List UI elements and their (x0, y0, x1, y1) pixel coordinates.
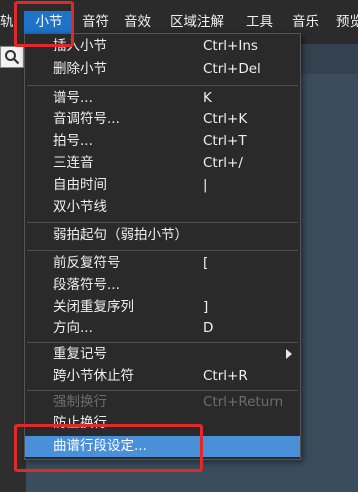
menu-separator (27, 85, 298, 86)
menu-item-multi-measure-rest[interactable]: 跨小节休止符 Ctrl+R (25, 366, 300, 387)
menu-item-triplet[interactable]: 三连音 Ctrl+/ (25, 153, 300, 174)
menu-track[interactable]: 轨 (0, 11, 14, 33)
menu-sound-effect[interactable]: 音效 (124, 11, 151, 33)
menu-separator (27, 222, 298, 223)
menu-note[interactable]: 音符 (82, 11, 109, 33)
menu-item-clef[interactable]: 谱号... K (25, 88, 300, 109)
menu-item-section-mark[interactable]: 段落符号... (25, 275, 300, 296)
menu-separator (27, 250, 298, 251)
menu-region-annotation[interactable]: 区域注解 (170, 11, 224, 33)
highlight-annotation-item (14, 424, 203, 472)
menu-item-pickup-measure[interactable]: 弱拍起句（弱拍小节） (25, 225, 300, 246)
search-button[interactable] (0, 46, 24, 68)
menu-separator (27, 390, 298, 391)
highlight-annotation-menu (14, 1, 74, 47)
menu-item-time-signature[interactable]: 拍号... Ctrl+T (25, 131, 300, 152)
menu-music[interactable]: 音乐 (292, 11, 319, 33)
menu-item-repeat-mark[interactable]: 重复记号 (25, 344, 300, 365)
score-background (296, 44, 358, 492)
menu-item-key-signature[interactable]: 音调符号... Ctrl+K (25, 109, 300, 130)
measure-menu-dropdown: 插入小节 Ctrl+Ins 删除小节 Ctrl+Del 谱号... K 音调符号...… (24, 33, 301, 460)
search-icon (5, 50, 20, 65)
menu-item-double-barline[interactable]: 双小节线 (25, 197, 300, 218)
menu-preview[interactable]: 预览 (336, 11, 358, 33)
menu-item-repeat-start[interactable]: 前反复符号[ (25, 253, 300, 274)
menu-tools[interactable]: 工具 (246, 11, 273, 33)
menu-item-force-line-break: 强制换行 Ctrl+Return (53, 394, 284, 410)
score-toolbar-band (296, 44, 358, 74)
menu-item-free-time[interactable]: 自由时间 | (25, 175, 300, 196)
submenu-arrow-icon (286, 349, 292, 359)
menu-item-direction[interactable]: 方向... D (25, 318, 300, 339)
menu-item-close-repeat[interactable]: 关闭重复序列] (25, 297, 300, 318)
menu-separator (27, 342, 298, 343)
menu-item-delete-measure[interactable]: 删除小节 Ctrl+Del (25, 59, 300, 80)
